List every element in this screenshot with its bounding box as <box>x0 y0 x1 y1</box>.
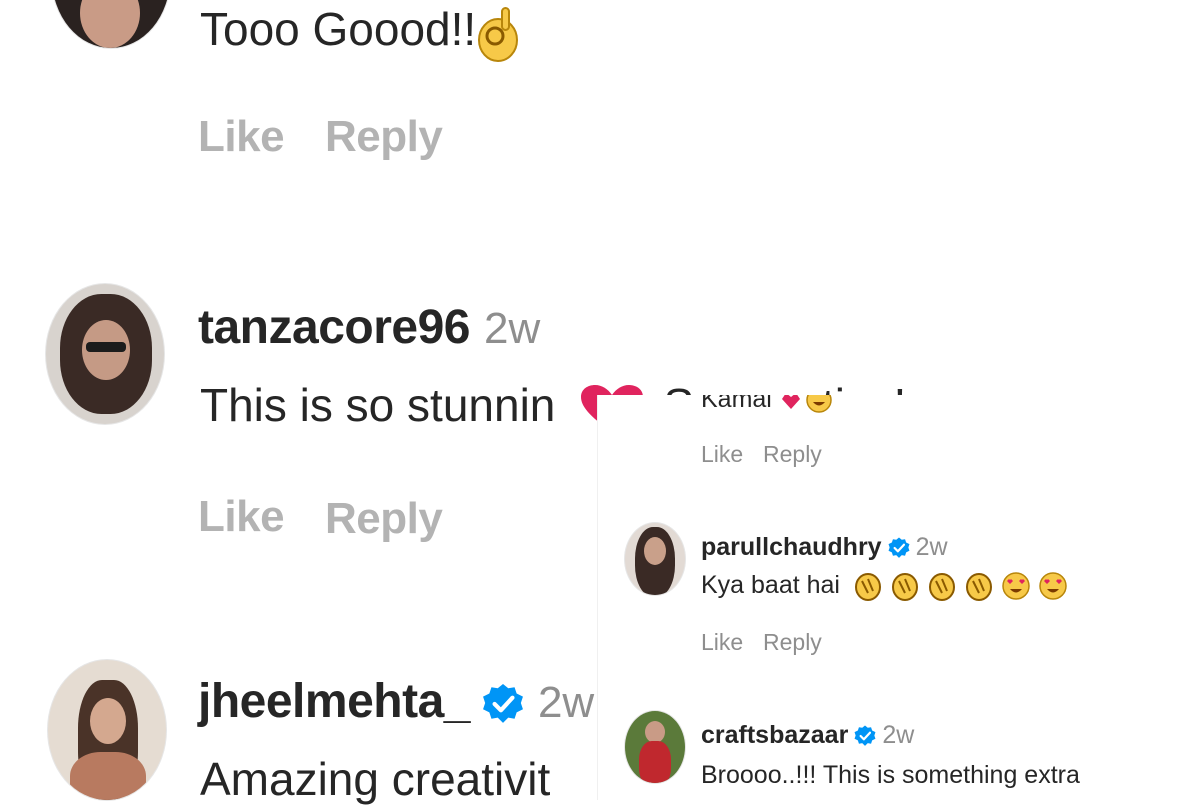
verified-badge-icon <box>888 537 910 559</box>
verified-badge-icon <box>854 725 876 747</box>
comment-username[interactable]: tanzacore96 2w <box>198 300 540 355</box>
avatar[interactable] <box>46 284 164 424</box>
like-button[interactable]: Like <box>701 629 743 656</box>
clapping-hands-emoji <box>891 573 918 602</box>
grinning-face-emoji <box>806 395 832 414</box>
avatar[interactable] <box>625 523 685 595</box>
comment-text: Kamal <box>701 395 832 414</box>
comment-time: 2w <box>882 721 915 749</box>
red-heart-emoji <box>781 395 800 410</box>
reply-button[interactable]: Reply <box>325 494 443 544</box>
heart-eyes-emoji <box>1038 572 1067 601</box>
heart-eyes-emoji <box>1002 572 1030 601</box>
verified-badge-icon <box>483 684 523 724</box>
comments-panel-overlay: Kamal Like Reply parullchaudhry 2w Kya b… <box>597 395 1200 800</box>
comment-text: Kya baat hai <box>701 571 1068 602</box>
comment-text: Broooo..!!! This is something extra <box>701 761 1080 789</box>
comment-time: 2w <box>483 304 541 353</box>
comment-username[interactable]: parullchaudhry 2w <box>701 533 948 562</box>
comment-username[interactable]: craftsbazaar 2w <box>701 721 914 750</box>
reply-button[interactable]: Reply <box>325 112 443 162</box>
avatar[interactable] <box>52 0 170 48</box>
comment-text: Amazing creativit <box>200 753 551 805</box>
like-button[interactable]: Like <box>198 492 285 542</box>
reply-button[interactable]: Reply <box>763 629 822 656</box>
ok-hand-emoji <box>478 6 519 62</box>
comment-time: 2w <box>915 533 948 561</box>
avatar[interactable] <box>48 660 166 800</box>
clapping-hands-emoji <box>854 573 881 602</box>
comment-time: 2w <box>537 678 595 727</box>
comment-username[interactable]: jheelmehta_ 2w <box>198 674 594 729</box>
comment-text: Tooo Goood!! <box>200 2 520 62</box>
like-button[interactable]: Like <box>198 112 285 162</box>
emoji-row <box>853 571 1068 602</box>
clapping-hands-emoji <box>928 573 955 602</box>
like-button[interactable]: Like <box>701 441 743 468</box>
clapping-hands-emoji <box>965 573 992 602</box>
reply-button[interactable]: Reply <box>763 441 822 468</box>
avatar[interactable] <box>625 711 685 783</box>
